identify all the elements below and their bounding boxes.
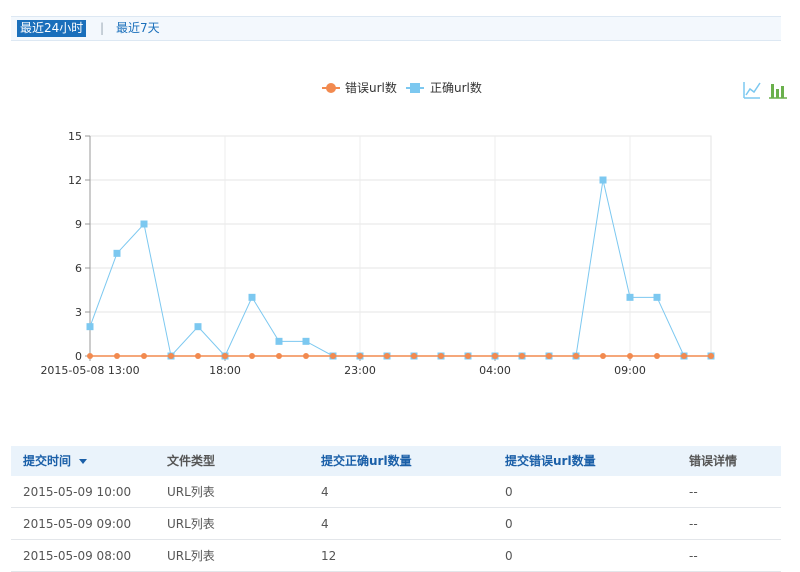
cell-file-type: URL列表 (167, 549, 215, 563)
cell-error-details: -- (689, 517, 698, 531)
x-tick-label: 23:00 (344, 364, 376, 377)
data-point-error[interactable] (195, 353, 201, 359)
data-point-error[interactable] (600, 353, 606, 359)
data-point-error[interactable] (465, 353, 471, 359)
data-point-error[interactable] (141, 353, 147, 359)
url-submission-chart: 错误url数 正确url数 0 3 6 9 12 15 2015-05-08 13:00 1… (40, 80, 788, 377)
cell-error-count: 0 (505, 517, 513, 531)
y-tick-label: 0 (75, 350, 82, 363)
table-row: 2015-05-09 08:00 URL列表 12 0 -- (11, 540, 781, 572)
header-submit-time[interactable]: 提交时间 (23, 446, 88, 476)
data-point-correct[interactable] (302, 337, 310, 345)
data-point-correct[interactable] (653, 293, 661, 301)
data-point-error[interactable] (87, 353, 93, 359)
time-range-tabs: 最近24小时 | 最近7天 (11, 16, 781, 41)
y-tick-label: 6 (75, 262, 82, 275)
data-point-error[interactable] (330, 353, 336, 359)
data-point-error[interactable] (249, 353, 255, 359)
x-tick-label: 2015-05-08 13:00 (40, 364, 139, 377)
y-tick-label: 15 (68, 130, 82, 143)
legend-error-marker (326, 83, 336, 93)
data-point-error[interactable] (303, 353, 309, 359)
table-row: 2015-05-09 10:00 URL列表 4 0 -- (11, 476, 781, 508)
data-point-error[interactable] (519, 353, 525, 359)
legend-correct-label: 正确url数 (430, 80, 482, 95)
header-submit-time-label: 提交时间 (23, 454, 72, 468)
submission-table: 提交时间 文件类型 提交正确url数量 提交错误url数量 错误详情 2015-… (11, 446, 781, 572)
data-point-error[interactable] (627, 353, 633, 359)
data-point-error[interactable] (357, 353, 363, 359)
data-point-error[interactable] (411, 353, 417, 359)
data-point-correct[interactable] (86, 323, 94, 331)
data-point-error[interactable] (654, 353, 660, 359)
x-tick-label: 09:00 (614, 364, 646, 377)
cell-error-count: 0 (505, 549, 513, 563)
data-point-error[interactable] (573, 353, 579, 359)
cell-submit-time: 2015-05-09 10:00 (23, 485, 132, 499)
data-point-error[interactable] (681, 353, 687, 359)
x-axis: 2015-05-08 13:00 18:00 23:00 04:00 09:00 (40, 355, 711, 377)
y-tick-label: 9 (75, 218, 82, 231)
legend-item-error[interactable]: 错误url数 (322, 80, 397, 95)
data-point-error[interactable] (384, 353, 390, 359)
cell-submit-time: 2015-05-09 09:00 (23, 517, 132, 531)
data-point-error[interactable] (546, 353, 552, 359)
line-chart-icon[interactable] (742, 80, 762, 100)
header-file-type: 文件类型 (167, 454, 216, 468)
legend-item-correct[interactable]: 正确url数 (406, 80, 482, 95)
data-point-correct[interactable] (248, 293, 256, 301)
table-row: 2015-05-09 09:00 URL列表 4 0 -- (11, 508, 781, 540)
cell-correct-count: 12 (321, 549, 337, 563)
y-tick-label: 12 (68, 174, 82, 187)
tab-separator: | (100, 21, 105, 35)
cell-correct-count: 4 (321, 485, 329, 499)
cell-submit-time: 2015-05-09 08:00 (23, 549, 132, 563)
y-tick-label: 3 (75, 306, 82, 319)
table-header: 提交时间 文件类型 提交正确url数量 提交错误url数量 错误详情 (11, 446, 781, 476)
legend-error-label: 错误url数 (345, 80, 397, 95)
x-tick-label: 04:00 (479, 364, 511, 377)
data-point-correct[interactable] (194, 323, 202, 331)
x-tick-label: 18:00 (209, 364, 241, 377)
data-point-error[interactable] (438, 353, 444, 359)
header-correct-count[interactable]: 提交正确url数量 (321, 446, 412, 476)
cell-error-count: 0 (505, 485, 513, 499)
data-point-correct[interactable] (275, 337, 283, 345)
data-point-error[interactable] (492, 353, 498, 359)
cell-error-details: -- (689, 549, 698, 563)
cell-file-type: URL列表 (167, 517, 215, 531)
header-error-details: 错误详情 (689, 454, 738, 468)
data-point-error[interactable] (276, 353, 282, 359)
data-point-correct[interactable] (626, 293, 634, 301)
data-point-correct[interactable] (113, 249, 121, 257)
legend-correct-marker (410, 83, 420, 93)
tab-last-24-hours[interactable]: 最近24小时 (17, 20, 87, 37)
chart-legend: 错误url数 正确url数 (322, 80, 482, 95)
cell-file-type: URL列表 (167, 485, 215, 499)
bar-chart-icon[interactable] (768, 80, 788, 100)
data-point-error[interactable] (168, 353, 174, 359)
cell-error-details: -- (689, 485, 698, 499)
data-point-error[interactable] (222, 353, 228, 359)
cell-correct-count: 4 (321, 517, 329, 531)
data-point-error[interactable] (114, 353, 120, 359)
data-point-correct[interactable] (140, 220, 148, 228)
data-point-error[interactable] (708, 353, 714, 359)
sort-desc-icon[interactable] (79, 459, 88, 464)
header-error-count[interactable]: 提交错误url数量 (505, 446, 596, 476)
data-point-correct[interactable] (599, 176, 607, 184)
tab-last-7-days[interactable]: 最近7天 (116, 20, 160, 37)
